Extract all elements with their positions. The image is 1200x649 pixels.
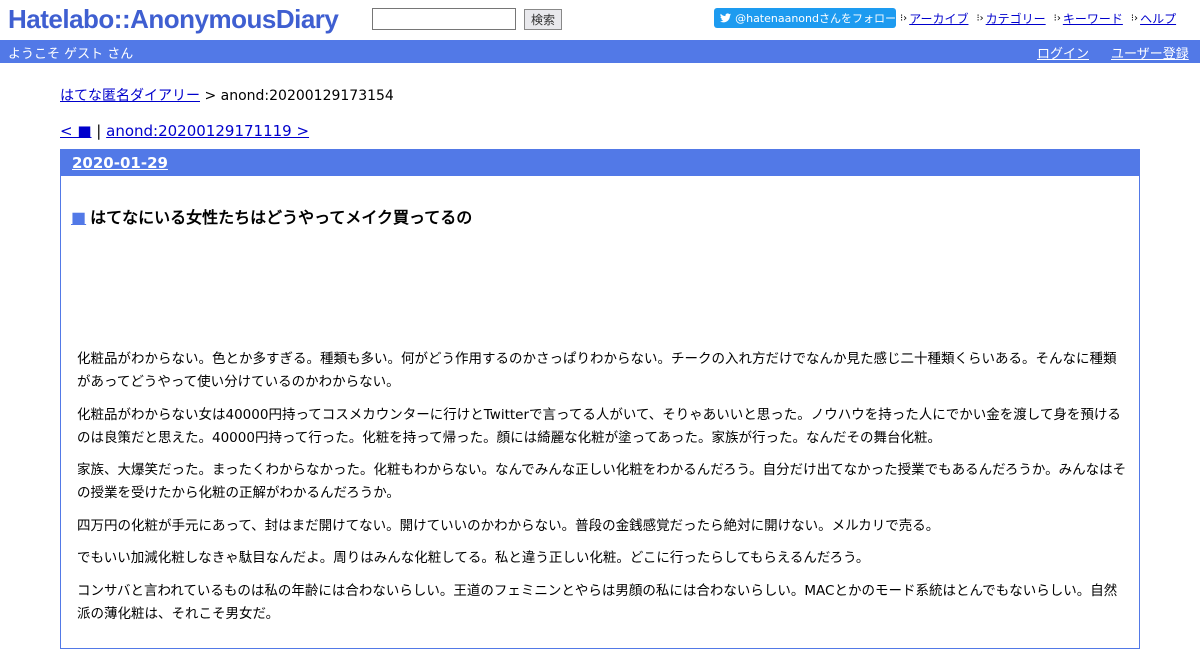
breadcrumb-separator: > bbox=[204, 88, 217, 104]
arrow-right-icon: ⁝› bbox=[1130, 13, 1139, 24]
entry-body: 化粧品がわからない。色とか多すぎる。種類も多い。何がどう作用するのかさっぱりわか… bbox=[77, 348, 1129, 635]
welcome-text: ようこそ ゲスト さん bbox=[8, 47, 134, 62]
search-button[interactable]: 検索 bbox=[524, 9, 562, 30]
entry-permalink[interactable]: ■ bbox=[71, 208, 86, 227]
arrow-right-icon: ⁝› bbox=[900, 13, 908, 24]
entry-paragraph: 化粧品がわからない。色とか多すぎる。種類も多い。何がどう作用するのかさっぱりわか… bbox=[77, 351, 1117, 390]
next-entry-link[interactable]: anond:20200129171119 > bbox=[106, 122, 309, 140]
prev-entry-link[interactable]: < ■ bbox=[60, 122, 92, 140]
entry-paragraph: 化粧品がわからない女は40000円持ってコスメカウンターに行けとTwitterで… bbox=[77, 406, 1121, 446]
entry-paragraph: 四万円の化粧が手元にあって、封はまだ開けてない。開けていいのかわからない。普段の… bbox=[77, 517, 940, 534]
day-section: 2020-01-29 ■ はてなにいる女性たちはどうやってメイク買ってるの 化粧品… bbox=[60, 149, 1140, 649]
nav-help-link[interactable]: ヘルプ bbox=[1140, 10, 1176, 27]
top-nav: ⁝› アーカイブ ⁝› カテゴリー ⁝› キーワード ⁝› ヘルプ bbox=[900, 10, 1184, 27]
nav-keyword-link[interactable]: キーワード bbox=[1063, 10, 1123, 27]
search-input[interactable] bbox=[372, 8, 516, 30]
twitter-follow-label: @hatenaanondさんをフォロー bbox=[735, 12, 896, 25]
nav-archive-link[interactable]: アーカイブ bbox=[909, 10, 968, 27]
entry-paragraph: コンサバと言われているものは私の年齢には合わないらしい。王道のフェミニンとやらは… bbox=[77, 582, 1118, 622]
day-date-link[interactable]: 2020-01-29 bbox=[72, 154, 168, 172]
entry-title-text: はてなにいる女性たちはどうやってメイク買ってるの bbox=[90, 208, 473, 227]
login-link[interactable]: ログイン bbox=[1037, 43, 1089, 62]
entry-paragraph: でもいい加減化粧しなきゃ駄目なんだよ。周りはみんな化粧してる。私と違う正しい化粧… bbox=[77, 550, 870, 566]
breadcrumb: はてな匿名ダイアリー > anond:20200129173154 bbox=[60, 85, 394, 105]
site-logo[interactable]: Hatelabo::AnonymousDiary bbox=[8, 4, 339, 35]
day-header: 2020-01-29 bbox=[61, 150, 1139, 176]
twitter-follow-button[interactable]: @hatenaanondさんをフォロー bbox=[714, 8, 896, 28]
user-bar: ようこそ ゲスト さん ログイン ユーザー登録 bbox=[0, 40, 1200, 63]
site-header: Hatelabo::AnonymousDiary 検索 @hatenaanond… bbox=[0, 0, 1200, 40]
nav-category-link[interactable]: カテゴリー bbox=[986, 10, 1046, 27]
entry-title: ■ はてなにいる女性たちはどうやってメイク買ってるの bbox=[71, 204, 472, 228]
entry-paragraph: 家族、大爆笑だった。まったくわからなかった。化粧もわからない。なんでみんな正しい… bbox=[77, 462, 1127, 501]
pager-separator: | bbox=[96, 122, 102, 140]
twitter-bird-icon bbox=[720, 13, 732, 23]
entry-pager: < ■ | anond:20200129171119 > bbox=[60, 122, 309, 140]
breadcrumb-home-link[interactable]: はてな匿名ダイアリー bbox=[60, 88, 200, 104]
register-link[interactable]: ユーザー登録 bbox=[1111, 43, 1189, 62]
breadcrumb-current: anond:20200129173154 bbox=[220, 88, 394, 104]
arrow-right-icon: ⁝› bbox=[976, 13, 984, 24]
arrow-right-icon: ⁝› bbox=[1053, 13, 1061, 24]
